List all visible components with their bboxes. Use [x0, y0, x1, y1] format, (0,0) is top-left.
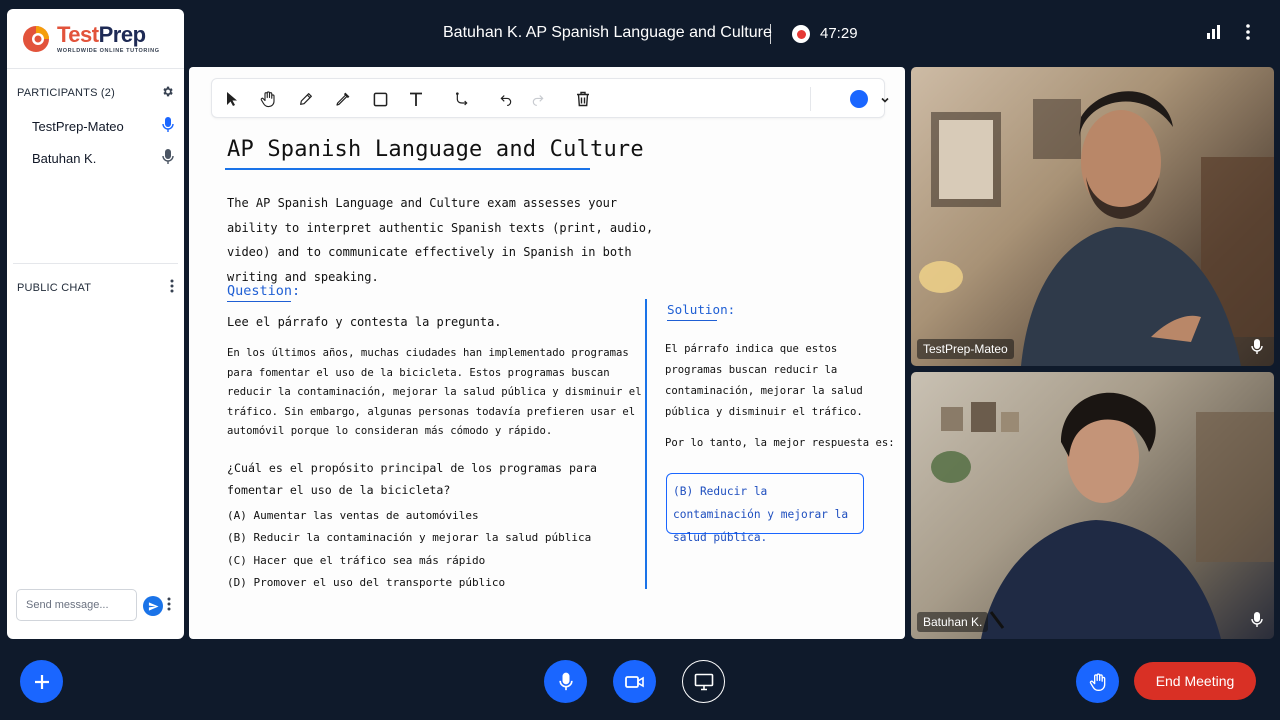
whiteboard[interactable]: AP Spanish Language and Culture The AP S… [189, 67, 905, 639]
participant-name: Batuhan K. [32, 151, 97, 166]
raise-hand-icon [1089, 672, 1105, 691]
question-instruction: Lee el párrafo y contesta la pregunta. [227, 315, 502, 329]
answer-options: (A) Aumentar las ventas de automóviles (… [227, 509, 591, 598]
mic-icon [1248, 611, 1266, 629]
title-underline [225, 168, 590, 170]
more-options-icon[interactable] [1246, 24, 1250, 45]
chat-options-icon[interactable] [170, 279, 174, 296]
raise-hand-button[interactable] [1076, 660, 1119, 703]
redo-icon [528, 89, 548, 109]
brand-title-prep: Prep [98, 21, 146, 47]
send-message-button[interactable] [143, 596, 163, 616]
question-label: Question: [227, 283, 301, 299]
solution-conclusion: Por lo tanto, la mejor respuesta es: [665, 437, 895, 449]
question-prompt: ¿Cuál es el propósito principal de los p… [227, 461, 597, 497]
chat-more-icon[interactable] [167, 597, 171, 616]
add-button[interactable] [20, 660, 63, 703]
participant-name: TestPrep-Mateo [32, 119, 124, 134]
brand-logo: TestPrep WORLDWIDE ONLINE TUTORING [7, 9, 184, 69]
meeting-title: Batuhan K. AP Spanish Language and Cultu… [443, 24, 772, 41]
sidebar: TestPrep WORLDWIDE ONLINE TUTORING PARTI… [7, 9, 184, 639]
solution-text: El párrafo indica que estos programas bu… [665, 343, 863, 418]
chat-message-input[interactable]: Send message... [16, 589, 137, 621]
select-tool-icon[interactable] [222, 89, 242, 109]
chevron-down-icon[interactable] [880, 92, 890, 110]
delete-icon[interactable] [573, 89, 593, 109]
connector-tool-icon[interactable] [452, 89, 472, 109]
shape-tool-icon[interactable] [370, 89, 390, 109]
participant-item[interactable]: Batuhan K. [32, 149, 174, 168]
answer-option: (C) Hacer que el tráfico sea más rápido [227, 553, 486, 567]
testprep-logo-icon [21, 24, 51, 54]
video-tile-tutor[interactable]: TestPrep-Mateo [911, 67, 1274, 366]
connection-signal-icon[interactable] [1207, 25, 1221, 44]
mic-active-icon [162, 117, 174, 136]
pencil-tool-icon[interactable] [296, 89, 316, 109]
undo-icon[interactable] [496, 89, 516, 109]
answer-box: (B) Reducir la contaminación y mejorar l… [666, 473, 864, 544]
microphone-icon [558, 672, 573, 690]
text-tool-icon[interactable] [406, 89, 426, 109]
participants-title: PARTICIPANTS (2) [17, 87, 115, 99]
reading-passage: En los últimos años, muchas ciudades han… [227, 347, 642, 438]
end-meeting-button[interactable]: End Meeting [1134, 662, 1256, 700]
brand-title-test: Test [57, 21, 99, 47]
whiteboard-toolbar [211, 78, 889, 118]
student-video-feed [931, 392, 1274, 639]
hand-tool-icon[interactable] [258, 89, 278, 109]
recording-icon [792, 25, 810, 43]
answer-option: (D) Promover el uso del transporte públi… [227, 575, 506, 589]
solution-label: Solution: [667, 302, 736, 317]
chat-title: PUBLIC CHAT [17, 281, 92, 294]
mic-icon [162, 149, 174, 168]
video-name-tag: TestPrep-Mateo [917, 339, 1014, 359]
solution-underline [667, 320, 717, 321]
marker-tool-icon[interactable] [333, 89, 353, 109]
screen-share-button[interactable] [682, 660, 725, 703]
participants-settings-icon[interactable] [161, 85, 174, 101]
chat-header: PUBLIC CHAT [7, 279, 184, 296]
participants-header: PARTICIPANTS (2) [7, 85, 184, 101]
question-underline [227, 301, 291, 302]
camera-icon [624, 675, 644, 688]
participant-item[interactable]: TestPrep-Mateo [32, 117, 174, 136]
intro-text: The AP Spanish Language and Culture exam… [227, 196, 654, 284]
microphone-button[interactable] [544, 660, 587, 703]
mic-icon [1248, 338, 1266, 356]
tutor-video-feed [919, 91, 1274, 366]
column-divider [645, 299, 647, 589]
monitor-icon [694, 673, 713, 690]
video-tile-student[interactable]: Batuhan K. [911, 372, 1274, 639]
color-swatch[interactable] [850, 90, 868, 108]
plus-icon [34, 674, 49, 689]
meeting-timer: 47:29 [820, 25, 858, 42]
brand-tagline: WORLDWIDE ONLINE TUTORING [57, 47, 160, 54]
answer-option: (B) Reducir la contaminación y mejorar l… [227, 531, 592, 545]
send-icon [148, 601, 159, 611]
board-title: AP Spanish Language and Culture [227, 137, 644, 162]
camera-button[interactable] [613, 660, 656, 703]
sidebar-divider [13, 263, 178, 264]
topbar-divider [770, 24, 771, 44]
answer-option: (A) Aumentar las ventas de automóviles [227, 509, 479, 522]
toolbar-divider [810, 87, 811, 111]
video-name-tag: Batuhan K. [917, 612, 989, 632]
